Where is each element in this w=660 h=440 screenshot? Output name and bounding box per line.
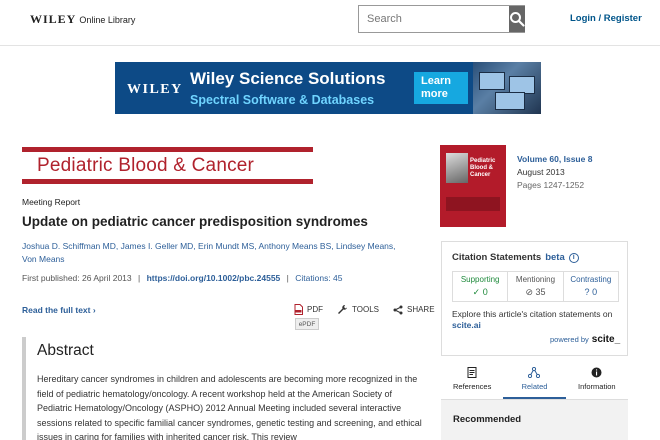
scite-link[interactable]: scite.ai (452, 320, 481, 330)
tab-related-label: Related (521, 382, 548, 391)
volume-issue-link[interactable]: Volume 60, Issue 8 (517, 153, 592, 166)
banner-image (473, 62, 541, 114)
share-label: SHARE (406, 305, 435, 314)
search-input[interactable] (359, 6, 509, 32)
tab-information[interactable]: Information (566, 362, 628, 399)
info-icon[interactable]: i (568, 252, 579, 263)
site-header: WILEY Online Library Login / Register (0, 0, 660, 46)
journal-title-bar[interactable]: Pediatric Blood & Cancer (22, 147, 313, 184)
question-icon: ? (584, 287, 590, 297)
citation-statements-heading: Citation Statements beta i (452, 252, 579, 263)
search-box (358, 5, 525, 33)
slash-icon: ⊘ (525, 287, 533, 297)
doi-link[interactable]: https://doi.org/10.1002/pbc.24555 (147, 273, 281, 283)
share-button[interactable]: SHARE (393, 305, 435, 315)
banner-brand: WILEY (127, 82, 183, 97)
authors-line-1[interactable]: Joshua D. Schiffman MD, James I. Geller … (22, 240, 402, 253)
tab-references[interactable]: References (441, 362, 503, 399)
supporting-value: 0 (482, 287, 488, 297)
read-full-text-link[interactable]: Read the full text › (22, 305, 96, 315)
learn-more-line1: Learn (421, 75, 451, 87)
tools-label: TOOLS (352, 305, 379, 314)
mentioning-value: 35 (535, 287, 546, 297)
contrasting-value: 0 (592, 287, 598, 297)
mentioning-stat[interactable]: Mentioning ⊘ 35 (508, 272, 564, 301)
info-circle-icon (591, 367, 602, 378)
sidebar-tabs: References Related Information (441, 362, 628, 400)
tab-references-label: References (452, 382, 492, 391)
banner-subtitle: Spectral Software & Databases (190, 93, 375, 107)
explore-text: Explore this article's citation statemen… (452, 309, 613, 319)
banner-title: Wiley Science Solutions (190, 69, 386, 88)
learn-more-button[interactable]: Learn more (414, 72, 468, 104)
explore-citations-text: Explore this article's citation statemen… (452, 309, 622, 331)
network-icon (528, 367, 541, 378)
supporting-stat[interactable]: Supporting ✓ 0 (453, 272, 509, 301)
logo-subtitle: Online Library (79, 15, 136, 25)
citation-heading-text: Citation Statements (452, 252, 542, 263)
journal-title: Pediatric Blood & Cancer (37, 155, 255, 176)
powered-by-label: powered by (550, 335, 589, 344)
citations-link[interactable]: Citations: 45 (295, 273, 342, 283)
login-register-link[interactable]: Login / Register (570, 13, 642, 24)
recommended-section: Recommended (441, 400, 628, 440)
abstract-text: Hereditary cancer syndromes in children … (37, 374, 422, 440)
issue-pages: Pages 1247-1252 (517, 180, 585, 190)
check-icon: ✓ (472, 287, 481, 297)
contrasting-label: Contrasting (570, 275, 612, 284)
article-title: Update on pediatric cancer predispositio… (22, 214, 368, 229)
advertisement-banner[interactable]: WILEY Wiley Science Solutions Spectral S… (115, 62, 541, 114)
beta-badge: beta (545, 252, 565, 263)
mentioning-label: Mentioning (515, 275, 556, 284)
journal-cover-image[interactable]: Pediatric Blood & Cancer (440, 145, 506, 227)
cover-title: Pediatric Blood & Cancer (470, 158, 496, 178)
tools-button[interactable]: TOOLS (337, 304, 379, 315)
authors-line-2[interactable]: Von Means (22, 253, 402, 266)
scite-logo: scite_ (591, 334, 621, 345)
citation-stats: Supporting ✓ 0 Mentioning ⊘ 35 Contrasti… (452, 271, 619, 302)
separator: | (286, 273, 289, 283)
document-icon (467, 367, 477, 378)
powered-by-scite[interactable]: powered by scite_ (550, 334, 620, 345)
article-type: Meeting Report (22, 197, 81, 207)
search-button[interactable] (509, 6, 525, 32)
epdf-tooltip: ePDF (295, 318, 319, 330)
recommended-heading: Recommended (453, 414, 522, 425)
wrench-icon (338, 305, 347, 314)
supporting-label: Supporting (460, 275, 500, 284)
issue-info: Volume 60, Issue 8 August 2013 Pages 124… (517, 153, 592, 192)
abstract-section: Abstract Hereditary cancer syndromes in … (22, 337, 427, 440)
contrasting-stat[interactable]: Contrasting ? 0 (564, 272, 618, 301)
tab-information-label: Information (578, 382, 616, 391)
wiley-online-library-logo[interactable]: WILEY Online Library (30, 12, 135, 27)
tab-related[interactable]: Related (503, 362, 566, 399)
issue-date: August 2013 (517, 167, 565, 177)
first-published: First published: 26 April 2013 (22, 273, 132, 283)
pdf-icon (294, 304, 303, 315)
logo-brand: WILEY (30, 12, 77, 26)
learn-more-line2: more (421, 88, 448, 100)
author-list: Joshua D. Schiffman MD, James I. Geller … (22, 240, 402, 266)
abstract-heading: Abstract (37, 342, 94, 359)
pdf-label: PDF (307, 305, 323, 314)
publication-info: First published: 26 April 2013 | https:/… (22, 273, 343, 283)
separator: | (138, 273, 141, 283)
search-icon (510, 12, 525, 27)
pdf-button[interactable]: PDF (294, 304, 323, 315)
share-icon (393, 305, 403, 314)
article-tools: PDF TOOLS SHARE (294, 304, 449, 315)
citation-statements-widget: Citation Statements beta i Supporting ✓ … (441, 241, 628, 356)
